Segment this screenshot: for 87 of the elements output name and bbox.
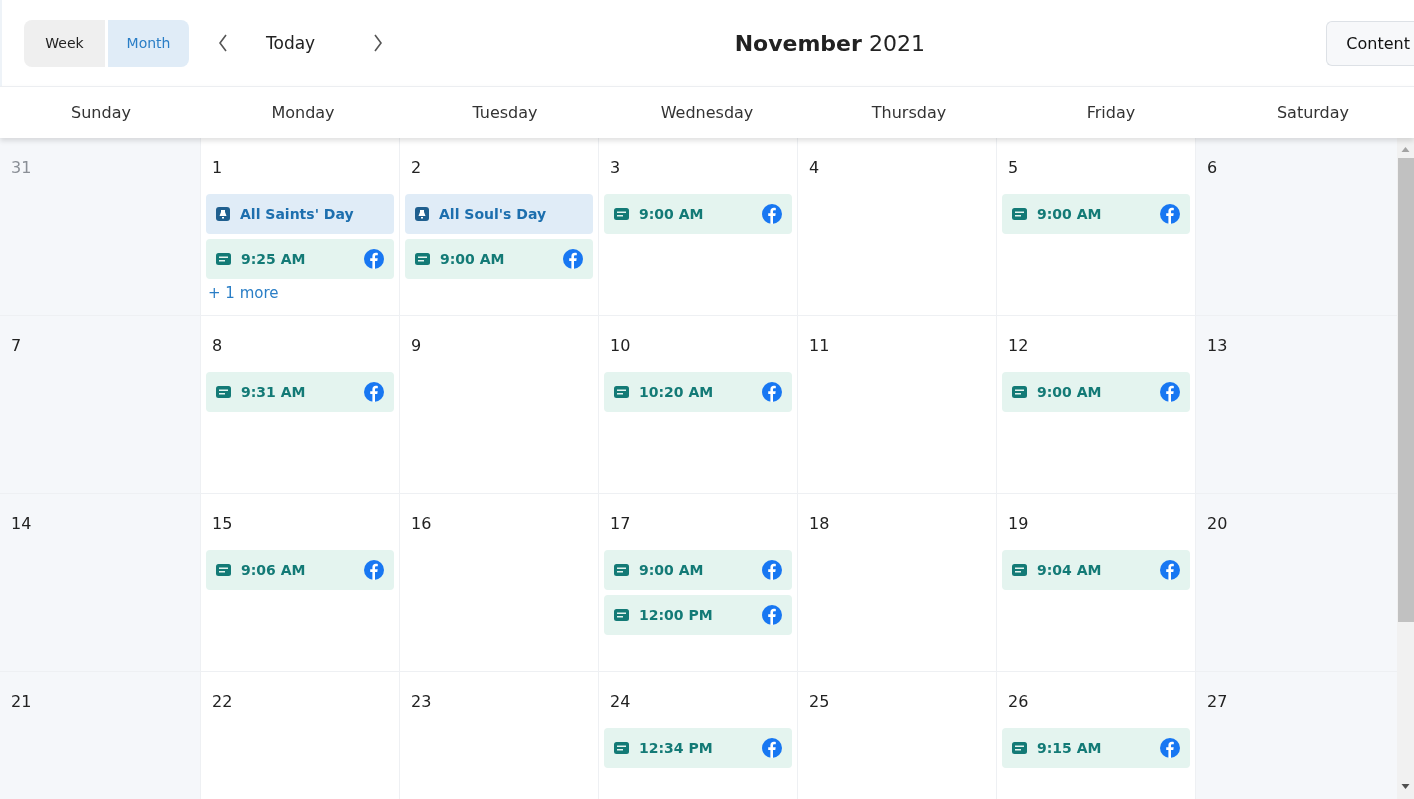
post-event[interactable]: 9:31 AM — [206, 372, 394, 412]
weekday-header: Thursday — [870, 103, 948, 122]
day-number: 13 — [1206, 336, 1228, 355]
weekday-header: Sunday — [70, 103, 132, 122]
post-event[interactable]: 9:00 AM — [1002, 372, 1190, 412]
weekday-header: Tuesday — [471, 103, 539, 122]
message-icon — [1012, 386, 1027, 398]
scrollbar[interactable] — [1397, 138, 1414, 799]
social-icon — [364, 249, 384, 269]
day-number: 15 — [211, 514, 233, 533]
day-number: 23 — [410, 692, 432, 711]
day-number: 8 — [211, 336, 223, 355]
holiday-event[interactable]: All Saints' Day — [206, 194, 394, 234]
post-event[interactable]: 9:00 AM — [1002, 194, 1190, 234]
message-icon — [614, 609, 629, 621]
social-icon — [762, 605, 782, 625]
message-icon — [614, 208, 629, 220]
day-number: 4 — [808, 158, 820, 177]
message-icon — [614, 742, 629, 754]
message-icon — [216, 564, 231, 576]
message-icon — [216, 253, 231, 265]
day-number: 7 — [10, 336, 22, 355]
day-number: 24 — [609, 692, 631, 711]
holiday-event[interactable]: All Soul's Day — [405, 194, 593, 234]
day-number: 3 — [609, 158, 621, 177]
weekday-header: Saturday — [1275, 103, 1351, 122]
post-event[interactable]: 9:25 AM — [206, 239, 394, 279]
social-icon — [762, 204, 782, 224]
message-icon — [1012, 564, 1027, 576]
more-link[interactable]: + 1 more — [206, 284, 279, 302]
day-number: 17 — [609, 514, 631, 533]
day-number: 22 — [211, 692, 233, 711]
day-number: 1 — [211, 158, 223, 177]
social-icon — [364, 560, 384, 580]
day-number: 21 — [10, 692, 32, 711]
bell-icon — [216, 207, 230, 221]
month-title: November 2021 — [734, 30, 925, 56]
content-button[interactable]: Content — [1326, 20, 1414, 66]
day-number: 2 — [410, 158, 422, 177]
day-number: 25 — [808, 692, 830, 711]
post-event[interactable]: 9:06 AM — [206, 550, 394, 590]
social-icon — [1160, 204, 1180, 224]
post-event[interactable]: 9:00 AM — [405, 239, 593, 279]
day-number: 16 — [410, 514, 432, 533]
weekday-header: Wednesday — [659, 103, 755, 122]
day-number: 18 — [808, 514, 830, 533]
bell-icon — [415, 207, 429, 221]
social-icon — [762, 382, 782, 402]
post-event[interactable]: 9:04 AM — [1002, 550, 1190, 590]
weekday-header: Monday — [270, 103, 336, 122]
message-icon — [1012, 208, 1027, 220]
day-number: 31 — [10, 158, 32, 177]
post-event[interactable]: 9:15 AM — [1002, 728, 1190, 768]
message-icon — [1012, 742, 1027, 754]
view-tab[interactable]: Week — [24, 19, 105, 67]
weekday-header: Friday — [1085, 103, 1137, 122]
social-icon — [1160, 738, 1180, 758]
message-icon — [415, 253, 430, 265]
post-event[interactable]: 10:20 AM — [604, 372, 792, 412]
day-number: 9 — [410, 336, 422, 355]
day-number: 19 — [1007, 514, 1029, 533]
day-number: 10 — [609, 336, 631, 355]
today-button[interactable]: Today — [266, 33, 316, 53]
social-icon — [364, 382, 384, 402]
social-icon — [762, 738, 782, 758]
message-icon — [614, 386, 629, 398]
message-icon — [216, 386, 231, 398]
post-event[interactable]: 12:00 PM — [604, 595, 792, 635]
day-number: 27 — [1206, 692, 1228, 711]
day-number: 14 — [10, 514, 32, 533]
day-number: 5 — [1007, 158, 1019, 177]
view-tab[interactable]: Month — [108, 19, 189, 67]
social-icon — [1160, 560, 1180, 580]
post-event[interactable]: 9:00 AM — [604, 550, 792, 590]
day-number: 12 — [1007, 336, 1029, 355]
previous-icon[interactable] — [218, 34, 228, 52]
day-number: 11 — [808, 336, 830, 355]
day-number: 6 — [1206, 158, 1218, 177]
day-number: 26 — [1007, 692, 1029, 711]
message-icon — [614, 564, 629, 576]
post-event[interactable]: 9:00 AM — [604, 194, 792, 234]
post-event[interactable]: 12:34 PM — [604, 728, 792, 768]
next-icon[interactable] — [373, 34, 384, 52]
social-icon — [1160, 382, 1180, 402]
social-icon — [563, 249, 583, 269]
day-number: 20 — [1206, 514, 1228, 533]
social-icon — [762, 560, 782, 580]
